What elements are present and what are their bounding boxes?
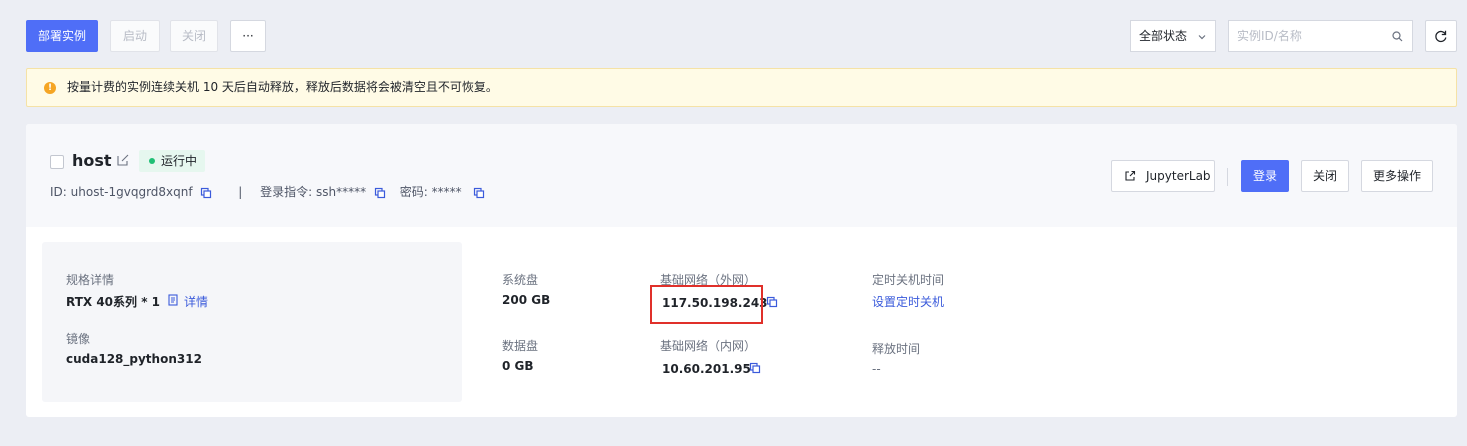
status-dot-icon: [149, 158, 155, 164]
instance-meta: ID: uhost-1gvqgrd8xqnf | 登录指令: ssh***** …: [50, 184, 485, 200]
release-time-value: --: [872, 362, 881, 376]
release-notice: ! 按量计费的实例连续关机 10 天后自动释放，释放后数据将会被清空且不可恢复。: [26, 68, 1457, 107]
status-select[interactable]: 全部状态: [1130, 20, 1216, 52]
detail-link[interactable]: 详情: [184, 293, 208, 310]
spec-value: RTX 40系列 * 1: [66, 295, 160, 309]
instance-card-header: host 运行中 ID: uhost-1gvqgrd8xqnf | 登录指令: …: [26, 124, 1457, 227]
copy-icon[interactable]: [766, 296, 778, 308]
search-placeholder: 实例ID/名称: [1237, 29, 1302, 43]
more-actions-button[interactable]: 更多操作: [1361, 160, 1433, 192]
status-badge: 运行中: [139, 150, 206, 172]
system-disk-value: 200 GB: [502, 293, 551, 307]
status-select-value: 全部状态: [1139, 29, 1188, 43]
more-button[interactable]: ···: [230, 20, 266, 52]
jupyterlab-button[interactable]: JupyterLab: [1111, 160, 1215, 192]
deploy-instance-button[interactable]: 部署实例: [26, 20, 98, 52]
jupyterlab-label: JupyterLab: [1146, 169, 1211, 183]
instance-name: host: [72, 151, 112, 170]
copy-icon[interactable]: [749, 362, 761, 374]
status-text: 运行中: [161, 154, 198, 168]
copy-icon[interactable]: [473, 187, 485, 199]
image-label: 镜像: [66, 332, 91, 346]
chevron-down-icon: [1198, 35, 1206, 40]
highlight-annotation: [650, 285, 763, 324]
meta-separator: |: [238, 185, 243, 199]
instance-card: host 运行中 ID: uhost-1gvqgrd8xqnf | 登录指令: …: [26, 124, 1457, 417]
document-icon[interactable]: [168, 294, 178, 306]
close-button[interactable]: 关闭: [170, 20, 218, 52]
divider: [1227, 168, 1228, 186]
spec-label: 规格详情: [66, 273, 115, 287]
search-input[interactable]: 实例ID/名称: [1228, 20, 1413, 52]
copy-icon[interactable]: [200, 187, 212, 199]
data-disk-label: 数据盘: [502, 339, 539, 353]
instance-id: ID: uhost-1gvqgrd8xqnf: [50, 185, 193, 199]
refresh-icon: [1435, 30, 1447, 43]
login-button[interactable]: 登录: [1241, 160, 1289, 192]
data-disk-value: 0 GB: [502, 359, 534, 373]
password-text: 密码: *****: [399, 185, 462, 199]
release-time-label: 释放时间: [872, 342, 921, 356]
refresh-button[interactable]: [1425, 20, 1457, 52]
system-disk-label: 系统盘: [502, 273, 539, 287]
warning-icon: !: [44, 82, 56, 94]
set-shutdown-link[interactable]: 设置定时关机: [872, 293, 944, 310]
notice-text: 按量计费的实例连续关机 10 天后自动释放，释放后数据将会被清空且不可恢复。: [67, 80, 498, 94]
copy-icon[interactable]: [374, 187, 386, 199]
external-link-icon: [1125, 170, 1136, 181]
close-instance-button[interactable]: 关闭: [1301, 160, 1349, 192]
private-ip: 10.60.201.95: [662, 362, 751, 376]
instance-checkbox[interactable]: [50, 155, 64, 169]
login-command: 登录指令: ssh*****: [260, 185, 367, 199]
start-button[interactable]: 启动: [110, 20, 160, 52]
toolbar: 部署实例 启动 关闭 ··· 全部状态 实例ID/名称: [26, 20, 1457, 52]
spec-panel: 规格详情 RTX 40系列 * 1 详情 镜像 cuda128_python31…: [42, 242, 462, 402]
shutdown-time-label: 定时关机时间: [872, 273, 945, 287]
search-icon[interactable]: [1392, 31, 1403, 42]
image-value: cuda128_python312: [66, 352, 202, 366]
private-network-label: 基础网络（内网）: [660, 339, 757, 353]
edit-icon[interactable]: [116, 153, 130, 167]
